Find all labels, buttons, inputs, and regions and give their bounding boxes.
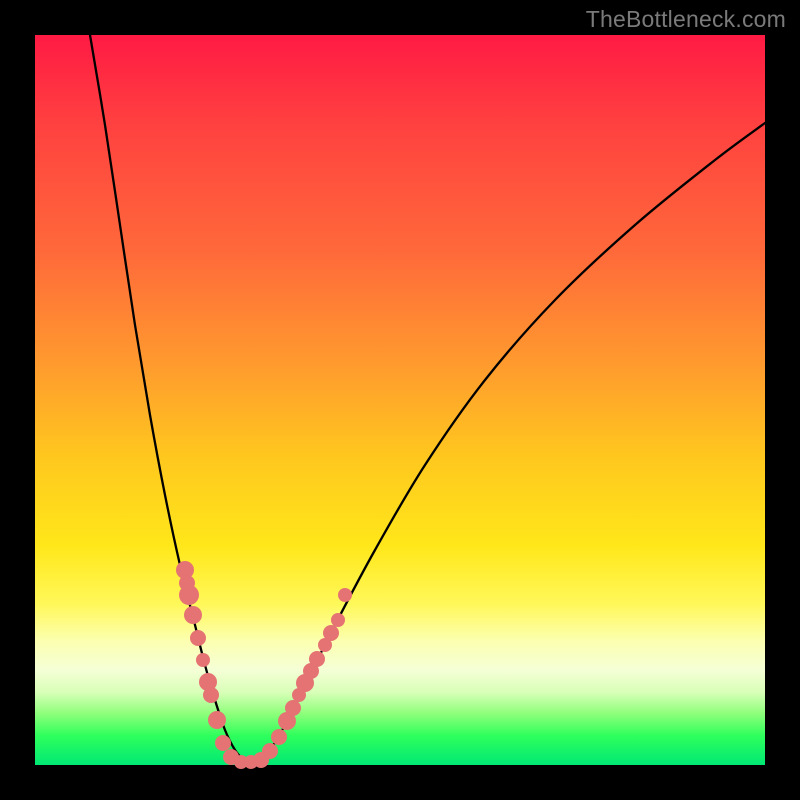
data-dot	[196, 653, 210, 667]
curves-svg	[35, 35, 765, 765]
data-dots	[176, 561, 352, 769]
data-dot	[203, 687, 219, 703]
chart-stage: TheBottleneck.com	[0, 0, 800, 800]
left-curve	[90, 35, 245, 762]
data-dot	[271, 729, 287, 745]
data-dot	[215, 735, 231, 751]
data-dot	[179, 585, 199, 605]
data-dot	[338, 588, 352, 602]
plot-area	[35, 35, 765, 765]
data-dot	[262, 743, 278, 759]
data-dot	[184, 606, 202, 624]
data-dot	[285, 700, 301, 716]
data-dot	[323, 625, 339, 641]
watermark-text: TheBottleneck.com	[586, 6, 786, 33]
right-curve	[260, 123, 765, 762]
data-dot	[309, 651, 325, 667]
data-dot	[208, 711, 226, 729]
data-dot	[331, 613, 345, 627]
data-dot	[190, 630, 206, 646]
